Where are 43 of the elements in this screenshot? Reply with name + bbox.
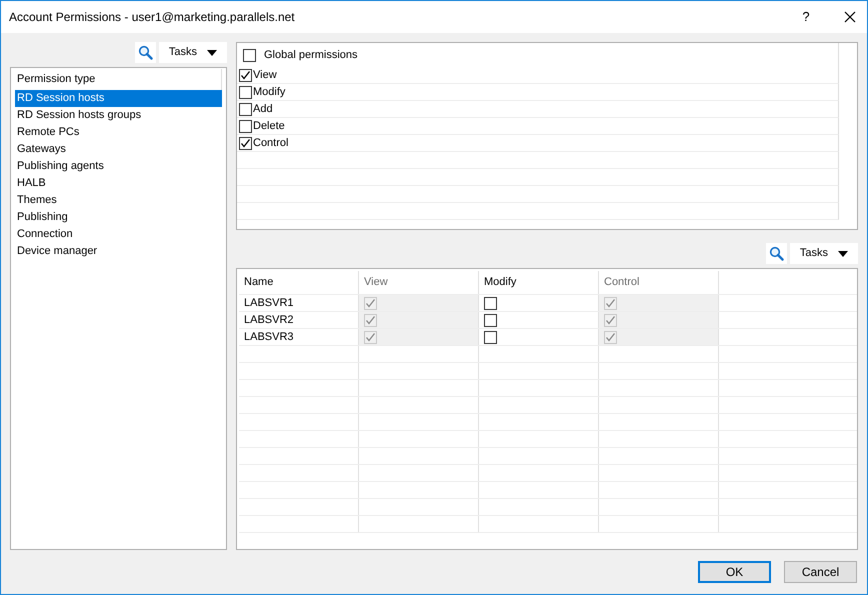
- checkbox[interactable]: [239, 102, 252, 116]
- checkbox[interactable]: [239, 86, 252, 98]
- list-item[interactable]: Gateways: [15, 141, 222, 158]
- checkbox[interactable]: [239, 120, 252, 132]
- list-item[interactable]: Themes: [15, 192, 222, 209]
- list-item[interactable]: RD Session hosts groups: [15, 107, 222, 124]
- dialog-button[interactable]: Cancel: [784, 561, 857, 583]
- column-header: Control: [604, 275, 640, 290]
- search-button[interactable]: [766, 243, 787, 264]
- checkbox-label: Add: [253, 102, 273, 117]
- tasks-dropdown[interactable]: Tasks: [158, 42, 227, 63]
- checkbox[interactable]: [484, 296, 497, 310]
- list-item[interactable]: Device manager: [15, 243, 222, 260]
- column-header: Name: [244, 275, 274, 290]
- checkbox[interactable]: [239, 136, 252, 150]
- column-header: Permission type: [17, 72, 96, 88]
- list-item[interactable]: Publishing agents: [15, 158, 222, 175]
- list-item[interactable]: Publishing: [15, 209, 222, 226]
- table-cell-text: LABSVR3: [244, 330, 294, 345]
- dialog-button[interactable]: OK: [698, 561, 771, 583]
- column-header: View: [364, 275, 388, 290]
- column-header: Modify: [484, 275, 516, 290]
- checkbox[interactable]: [243, 48, 256, 62]
- checkbox[interactable]: [239, 68, 252, 82]
- list-item[interactable]: HALB: [15, 175, 222, 192]
- table-cell-text: LABSVR1: [244, 296, 294, 311]
- window-title: Account Permissions - user1@marketing.parallels.net: [9, 9, 296, 26]
- caret-icon: [207, 50, 217, 56]
- close-icon: [844, 11, 856, 23]
- search-button[interactable]: [134, 42, 156, 63]
- caret-icon: [838, 250, 848, 256]
- list-item[interactable]: RD Session hosts: [15, 90, 222, 107]
- checkbox[interactable]: [484, 314, 497, 326]
- checkbox-label: View: [253, 68, 277, 83]
- checkbox-label: Global permissions: [264, 48, 358, 63]
- list-item[interactable]: Remote PCs: [15, 124, 222, 141]
- list-item[interactable]: Connection: [15, 226, 222, 243]
- tasks-dropdown[interactable]: Tasks: [790, 243, 858, 264]
- checkbox-label: Modify: [253, 84, 286, 100]
- checkbox[interactable]: [484, 330, 497, 344]
- checkbox-label: Control: [253, 136, 288, 151]
- checkbox-label: Delete: [253, 118, 285, 134]
- table-cell-text: LABSVR2: [244, 312, 294, 328]
